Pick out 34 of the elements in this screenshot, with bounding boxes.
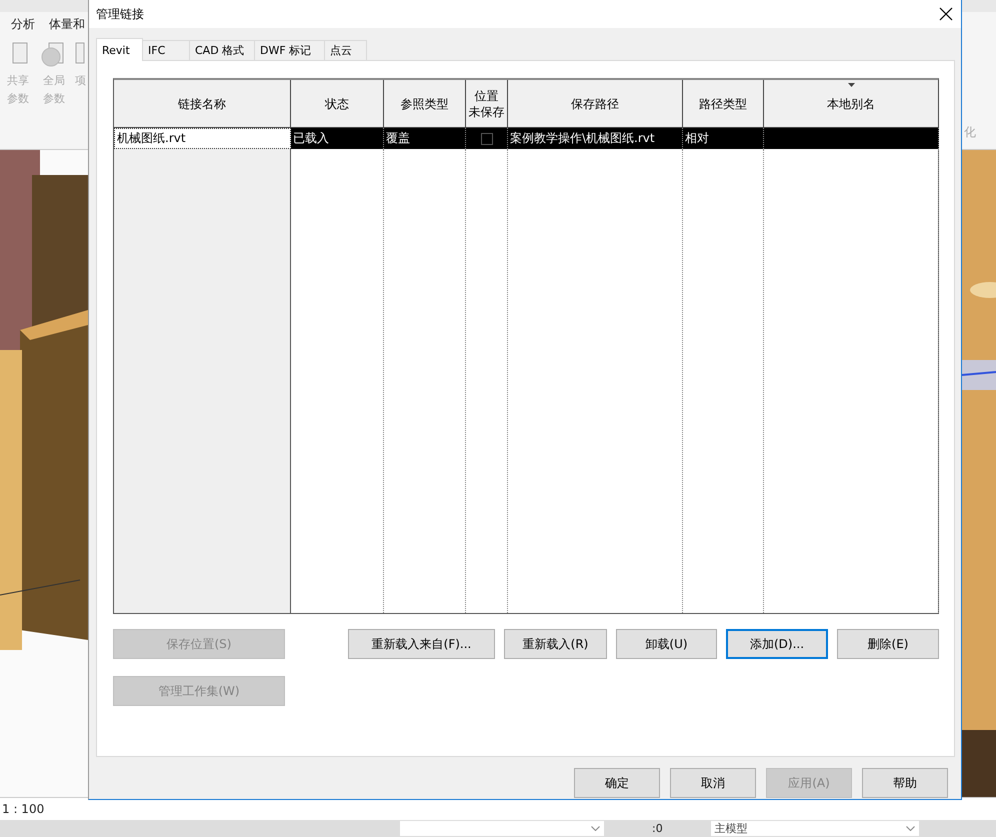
- column-header[interactable]: 保存路径: [508, 80, 683, 128]
- window-title: 管理链接: [96, 6, 144, 22]
- view-scale[interactable]: 1 : 100: [2, 802, 44, 816]
- table-cell: 案例教学操作\机械图纸.rvt: [508, 128, 683, 149]
- action-button[interactable]: 重新载入(R): [504, 629, 607, 659]
- dialog-button[interactable]: 确定: [574, 768, 660, 798]
- table-cell: 已载入: [291, 128, 384, 149]
- ribbon-tab[interactable]: 体量和: [49, 16, 85, 32]
- tab[interactable]: 点云: [324, 40, 367, 60]
- selection-count: :0: [652, 822, 663, 835]
- action-button[interactable]: 重新载入来自(F)...: [348, 629, 495, 659]
- close-icon[interactable]: [939, 7, 953, 21]
- table-cell: 机械图纸.rvt: [114, 128, 291, 149]
- ribbon-tab[interactable]: 分析: [11, 16, 35, 32]
- column-header[interactable]: 状态: [291, 80, 384, 128]
- column-header[interactable]: 参照类型: [384, 80, 466, 128]
- caret-icon: [906, 826, 915, 831]
- action-button[interactable]: 卸载(U): [616, 629, 717, 659]
- dropdown-field[interactable]: [400, 821, 604, 836]
- ribbon-label: 化: [964, 124, 976, 141]
- dialog-button[interactable]: 帮助: [862, 768, 948, 798]
- column-header[interactable]: 位置 未保存: [466, 80, 508, 128]
- action-button[interactable]: 删除(E): [837, 629, 939, 659]
- dialog-button[interactable]: 取消: [670, 768, 756, 798]
- caret-icon: [591, 826, 600, 831]
- checkbox[interactable]: [480, 132, 492, 144]
- table-cell: 相对: [683, 128, 764, 149]
- column-header[interactable]: 路径类型: [683, 80, 764, 128]
- action-button[interactable]: 添加(D)...: [726, 629, 828, 659]
- column-header[interactable]: 本地别名: [764, 80, 939, 128]
- column-header[interactable]: 链接名称: [114, 80, 291, 128]
- tab[interactable]: Revit: [96, 38, 143, 61]
- dropdown-field[interactable]: 主模型: [710, 821, 919, 836]
- table-cell: 覆盖: [384, 128, 466, 149]
